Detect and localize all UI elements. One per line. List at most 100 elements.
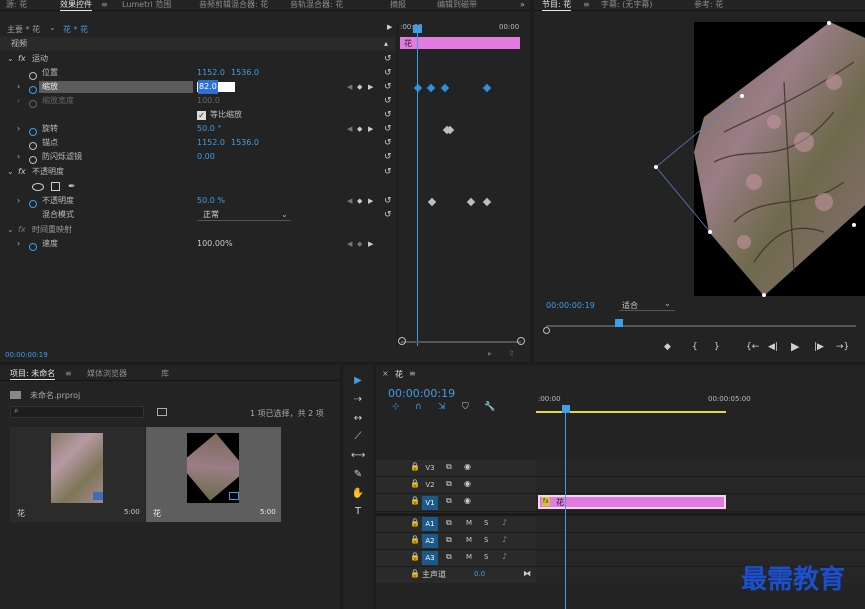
sync-icon[interactable]: ⧉ (446, 496, 452, 506)
play-clip-icon[interactable]: ▶ (387, 23, 392, 31)
transport-button-2[interactable]: } (714, 342, 720, 352)
top-tab-4[interactable]: 音轨混合器: 花 (290, 0, 343, 11)
timeline-clip[interactable]: fx 花 (538, 495, 726, 509)
transport-button-1[interactable]: { (692, 342, 698, 352)
linked-selection-icon[interactable]: ∩ (415, 402, 422, 412)
ellipse-mask-icon[interactable] (32, 183, 44, 191)
project-tab-1[interactable]: 媒体浏览器 (87, 369, 127, 380)
transport-button-0[interactable]: ◆ (664, 342, 671, 352)
uniform-scale-checkbox[interactable]: ✓ (197, 111, 206, 120)
tool-button-6[interactable]: ✋ (351, 488, 365, 499)
sync-icon[interactable]: ⧉ (446, 518, 452, 528)
ec-timecode[interactable]: 00:00:00:19 (5, 351, 48, 359)
lock-icon[interactable]: 🔒 (410, 479, 420, 488)
blend-mode-select[interactable]: 正常 ⌄ (197, 209, 291, 221)
pen-mask-icon[interactable]: ✒ (68, 180, 76, 194)
expand-chevron-icon[interactable]: › (17, 150, 20, 164)
solo-button[interactable]: S (484, 553, 488, 561)
timeline-playhead-handle[interactable] (562, 405, 570, 413)
program-playhead[interactable] (615, 319, 623, 327)
program-tab-0[interactable]: 节目: 花 (542, 0, 572, 11)
top-tab-2[interactable]: Lumetri 范围 (122, 0, 171, 11)
keyframe[interactable] (440, 83, 450, 93)
add-keyframe-icon[interactable]: ◆ (357, 80, 362, 94)
top-tab-1[interactable]: 效果控件 (60, 0, 92, 11)
project-item[interactable]: 花 5:00 (146, 427, 281, 522)
keyframe[interactable] (427, 197, 437, 207)
rectangle-mask-icon[interactable] (51, 182, 60, 191)
new-bin-from-search-icon[interactable] (157, 408, 167, 416)
timeline-playhead[interactable] (565, 412, 566, 609)
keyframe[interactable] (466, 197, 476, 207)
reset-icon[interactable]: ↺ (384, 152, 394, 162)
lock-icon[interactable]: 🔒 (410, 552, 420, 561)
lock-icon[interactable]: 🔒 (410, 569, 420, 578)
tool-button-5[interactable]: ✎ (351, 469, 365, 480)
position-x-value[interactable]: 1152.0 (197, 66, 225, 80)
ec-scroll-bar[interactable] (401, 341, 521, 343)
mute-button[interactable]: M (466, 553, 472, 561)
tool-button-0[interactable]: ▶ (351, 375, 365, 386)
prev-keyframe-icon[interactable]: ◀ (347, 80, 352, 94)
reset-icon[interactable]: ↺ (384, 124, 394, 134)
next-keyframe-icon[interactable]: ▶ (368, 194, 373, 208)
add-keyframe-icon[interactable]: ◆ (357, 237, 362, 251)
tab-menu-icon[interactable]: ≡ (583, 0, 590, 11)
ec-playhead[interactable] (417, 26, 418, 346)
eye-icon[interactable]: ◉ (464, 479, 471, 488)
top-tab-5[interactable]: 摘报 (390, 0, 406, 11)
tool-button-1[interactable]: ⇢ (351, 394, 365, 405)
wrench-icon[interactable]: 🔧 (484, 402, 495, 412)
microphone-icon[interactable]: ♪ (502, 535, 507, 544)
expand-chevron-icon[interactable]: › (17, 237, 20, 251)
lock-icon[interactable]: 🔒 (410, 518, 420, 527)
sync-icon[interactable]: ⧉ (446, 552, 452, 562)
tabs-overflow-button[interactable]: » (520, 0, 525, 11)
ec-scroll-left-handle[interactable] (398, 337, 406, 345)
clip-name[interactable]: 花 * 花 (63, 24, 88, 35)
next-keyframe-icon[interactable]: ▶ (368, 237, 373, 251)
position-y-value[interactable]: 1536.0 (231, 66, 259, 80)
top-tab-6[interactable]: 编辑到磁带 (437, 0, 477, 11)
transform-bounding-box[interactable] (649, 15, 856, 305)
expand-chevron-icon[interactable]: › (17, 194, 20, 208)
anchor-y-value[interactable]: 1536.0 (231, 136, 259, 150)
lock-icon[interactable]: 🔒 (410, 535, 420, 544)
transport-button-3[interactable]: {← (746, 342, 759, 352)
track-label[interactable]: A2 (422, 534, 438, 548)
keyframe[interactable] (413, 83, 423, 93)
transport-button-5[interactable]: ▶ (791, 340, 799, 353)
add-marker-icon[interactable]: ⇲ (438, 402, 446, 412)
marker-icon[interactable]: ⛉ (462, 402, 469, 412)
timeline-tab[interactable]: 花 (395, 369, 403, 380)
stopwatch-icon[interactable] (29, 240, 37, 254)
project-tab-0[interactable]: 项目: 未命名 (10, 369, 56, 380)
go-to-end-icon[interactable]: ⧓ (523, 569, 531, 578)
reset-icon[interactable]: ↺ (384, 210, 394, 220)
keyframe[interactable] (482, 83, 492, 93)
reset-icon[interactable]: ↺ (384, 54, 394, 64)
master-track-value[interactable]: 0.0 (474, 570, 485, 578)
opacity-section-row[interactable]: ⌄ fx 不透明度 ↺ (0, 165, 395, 179)
transport-button-7[interactable]: →} (836, 342, 849, 352)
tool-button-2[interactable]: ↔ (351, 413, 365, 424)
timeline-close-icon[interactable]: × (382, 369, 389, 378)
track-label[interactable]: A3 (422, 551, 438, 565)
reset-icon[interactable]: ↺ (384, 138, 394, 148)
eye-icon[interactable]: ◉ (464, 496, 471, 505)
video-track[interactable]: 🔒 V1 ⧉ ◉ fx 花 (376, 494, 865, 512)
master-dropdown-icon[interactable]: ⌄ (49, 23, 56, 32)
export-icon[interactable]: ⇪ (508, 349, 515, 358)
snap-icon[interactable]: ⊹ (392, 402, 400, 412)
add-keyframe-icon[interactable]: ◆ (357, 122, 362, 136)
program-tab-1[interactable]: 字幕: (无字幕) (601, 0, 652, 11)
audio-track[interactable]: 🔒 A2 ⧉ M S ♪ (376, 533, 865, 550)
prev-keyframe-icon[interactable]: ◀ (347, 237, 352, 251)
track-label[interactable]: V1 (422, 496, 438, 510)
top-tab-3[interactable]: 音频剪辑混合器: 花 (199, 0, 268, 11)
keyframe[interactable] (426, 83, 436, 93)
rotation-value[interactable]: 50.0 ° (197, 122, 221, 136)
sync-icon[interactable]: ⧉ (446, 535, 452, 545)
keyframe[interactable] (482, 197, 492, 207)
track-label[interactable]: V3 (422, 461, 438, 475)
